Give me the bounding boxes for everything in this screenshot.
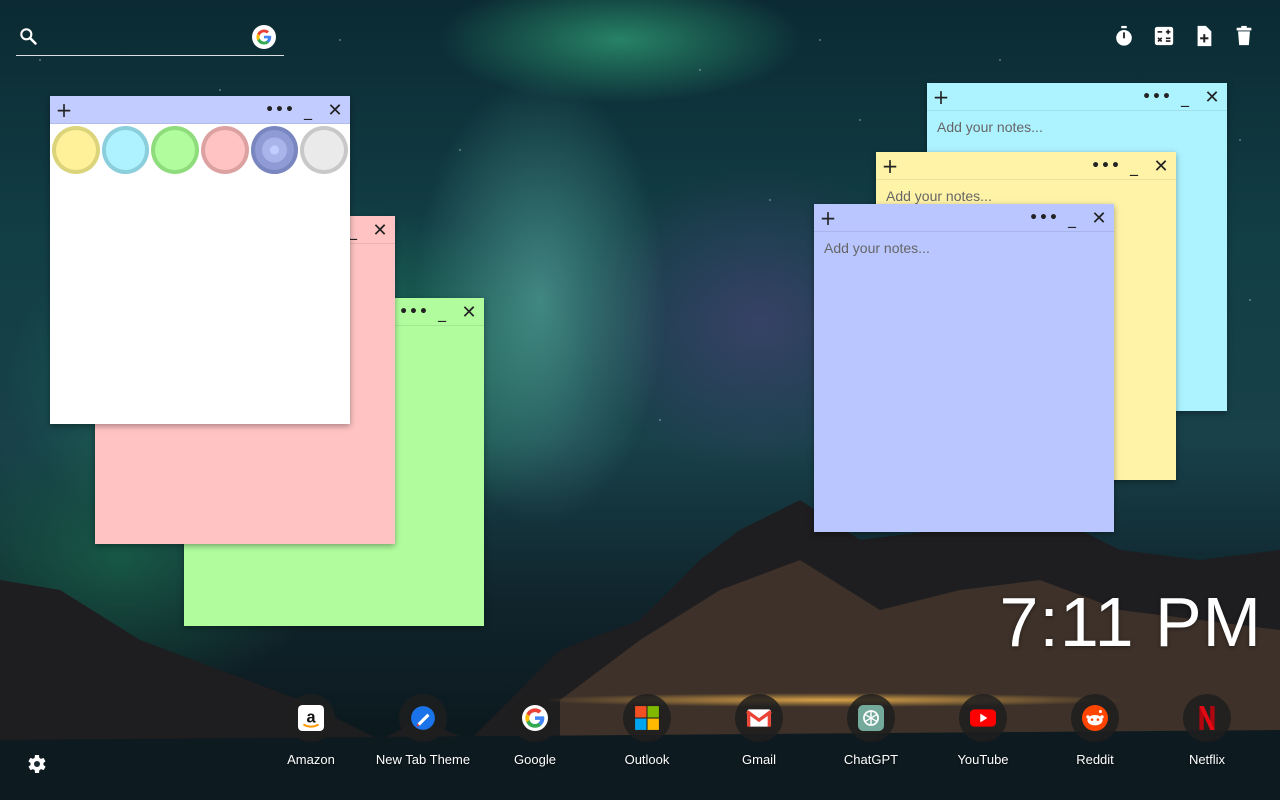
close-button[interactable]: ✕ xyxy=(1087,204,1111,232)
close-button[interactable]: ✕ xyxy=(368,216,392,244)
color-swatch-blue-selected[interactable] xyxy=(250,126,299,174)
close-button[interactable]: ✕ xyxy=(1200,83,1224,111)
shortcut-label: New Tab Theme xyxy=(375,752,471,767)
color-swatch-green[interactable] xyxy=(151,126,200,174)
close-button[interactable]: ✕ xyxy=(1149,152,1173,180)
search-bar xyxy=(16,20,284,56)
shortcut-label: Outlook xyxy=(624,752,670,767)
minimize-button[interactable]: _ xyxy=(1060,204,1084,232)
color-swatch-yellow[interactable] xyxy=(52,126,100,174)
shortcut-google[interactable]: Google xyxy=(479,694,591,767)
minimize-button[interactable]: _ xyxy=(1173,83,1197,111)
youtube-icon xyxy=(959,694,1007,742)
shortcut-bar: a Amazon New Tab Theme Google Outlook Gm… xyxy=(255,694,1263,767)
minimize-button[interactable]: _ xyxy=(430,298,454,326)
note-textarea[interactable] xyxy=(814,232,1114,532)
shortcut-netflix[interactable]: Netflix xyxy=(1151,694,1263,767)
more-options-button[interactable]: ••• xyxy=(1029,204,1058,232)
add-note-button[interactable]: + xyxy=(929,83,953,111)
search-icon[interactable] xyxy=(18,26,38,46)
color-swatch-pink[interactable] xyxy=(201,126,249,174)
svg-text:a: a xyxy=(306,708,316,726)
color-swatch-gray[interactable] xyxy=(300,126,349,174)
close-button[interactable]: ✕ xyxy=(323,96,347,124)
more-options-button[interactable]: ••• xyxy=(265,96,294,124)
add-note-button[interactable]: + xyxy=(52,96,76,124)
shortcut-label: Gmail xyxy=(742,752,776,767)
sticky-note-blue[interactable]: + ••• _ ✕ xyxy=(814,204,1114,532)
shortcut-outlook[interactable]: Outlook xyxy=(591,694,703,767)
google-icon xyxy=(511,694,559,742)
color-swatch-cyan[interactable] xyxy=(101,126,150,174)
top-toolbar xyxy=(1112,24,1256,48)
note-header: + ••• _ ✕ xyxy=(876,152,1176,180)
gmail-icon xyxy=(735,694,783,742)
minimize-button[interactable]: _ xyxy=(296,96,320,124)
note-header: + ••• _ ✕ xyxy=(927,83,1227,111)
minimize-button[interactable]: _ xyxy=(1122,152,1146,180)
new-tab-theme-icon xyxy=(399,694,447,742)
color-palette xyxy=(50,124,350,176)
shortcut-label: Netflix xyxy=(1188,752,1226,767)
sticky-note-white[interactable]: + ••• _ ✕ xyxy=(50,96,350,424)
shortcut-gmail[interactable]: Gmail xyxy=(703,694,815,767)
shortcut-label: Reddit xyxy=(1076,752,1114,767)
outlook-icon xyxy=(623,694,671,742)
chatgpt-icon xyxy=(847,694,895,742)
calculator-icon[interactable] xyxy=(1152,24,1176,48)
shortcut-reddit[interactable]: Reddit xyxy=(1039,694,1151,767)
shortcut-amazon[interactable]: a Amazon xyxy=(255,694,367,767)
shortcut-label: YouTube xyxy=(957,752,1009,767)
shortcut-new-tab-theme[interactable]: New Tab Theme xyxy=(367,694,479,767)
google-icon[interactable] xyxy=(252,25,276,49)
shortcut-label: Google xyxy=(514,752,556,767)
gear-icon[interactable] xyxy=(24,752,48,776)
search-input[interactable] xyxy=(46,24,246,50)
shortcut-chatgpt[interactable]: ChatGPT xyxy=(815,694,927,767)
shortcut-label: ChatGPT xyxy=(843,752,899,767)
reddit-icon xyxy=(1071,694,1119,742)
more-options-button[interactable]: ••• xyxy=(1091,152,1120,180)
more-options-button[interactable]: ••• xyxy=(399,298,428,326)
netflix-icon xyxy=(1183,694,1231,742)
add-note-button[interactable]: + xyxy=(816,204,840,232)
amazon-icon: a xyxy=(287,694,335,742)
add-note-button[interactable]: + xyxy=(878,152,902,180)
shortcut-label: Amazon xyxy=(287,752,335,767)
trash-icon[interactable] xyxy=(1232,24,1256,48)
timer-icon[interactable] xyxy=(1112,24,1136,48)
clock: 7:11 PM xyxy=(999,583,1262,661)
shortcut-youtube[interactable]: YouTube xyxy=(927,694,1039,767)
more-options-button[interactable]: ••• xyxy=(1142,83,1171,111)
close-button[interactable]: ✕ xyxy=(457,298,481,326)
new-note-icon[interactable] xyxy=(1192,24,1216,48)
note-header: + ••• _ ✕ xyxy=(50,96,350,124)
note-header: + ••• _ ✕ xyxy=(814,204,1114,232)
